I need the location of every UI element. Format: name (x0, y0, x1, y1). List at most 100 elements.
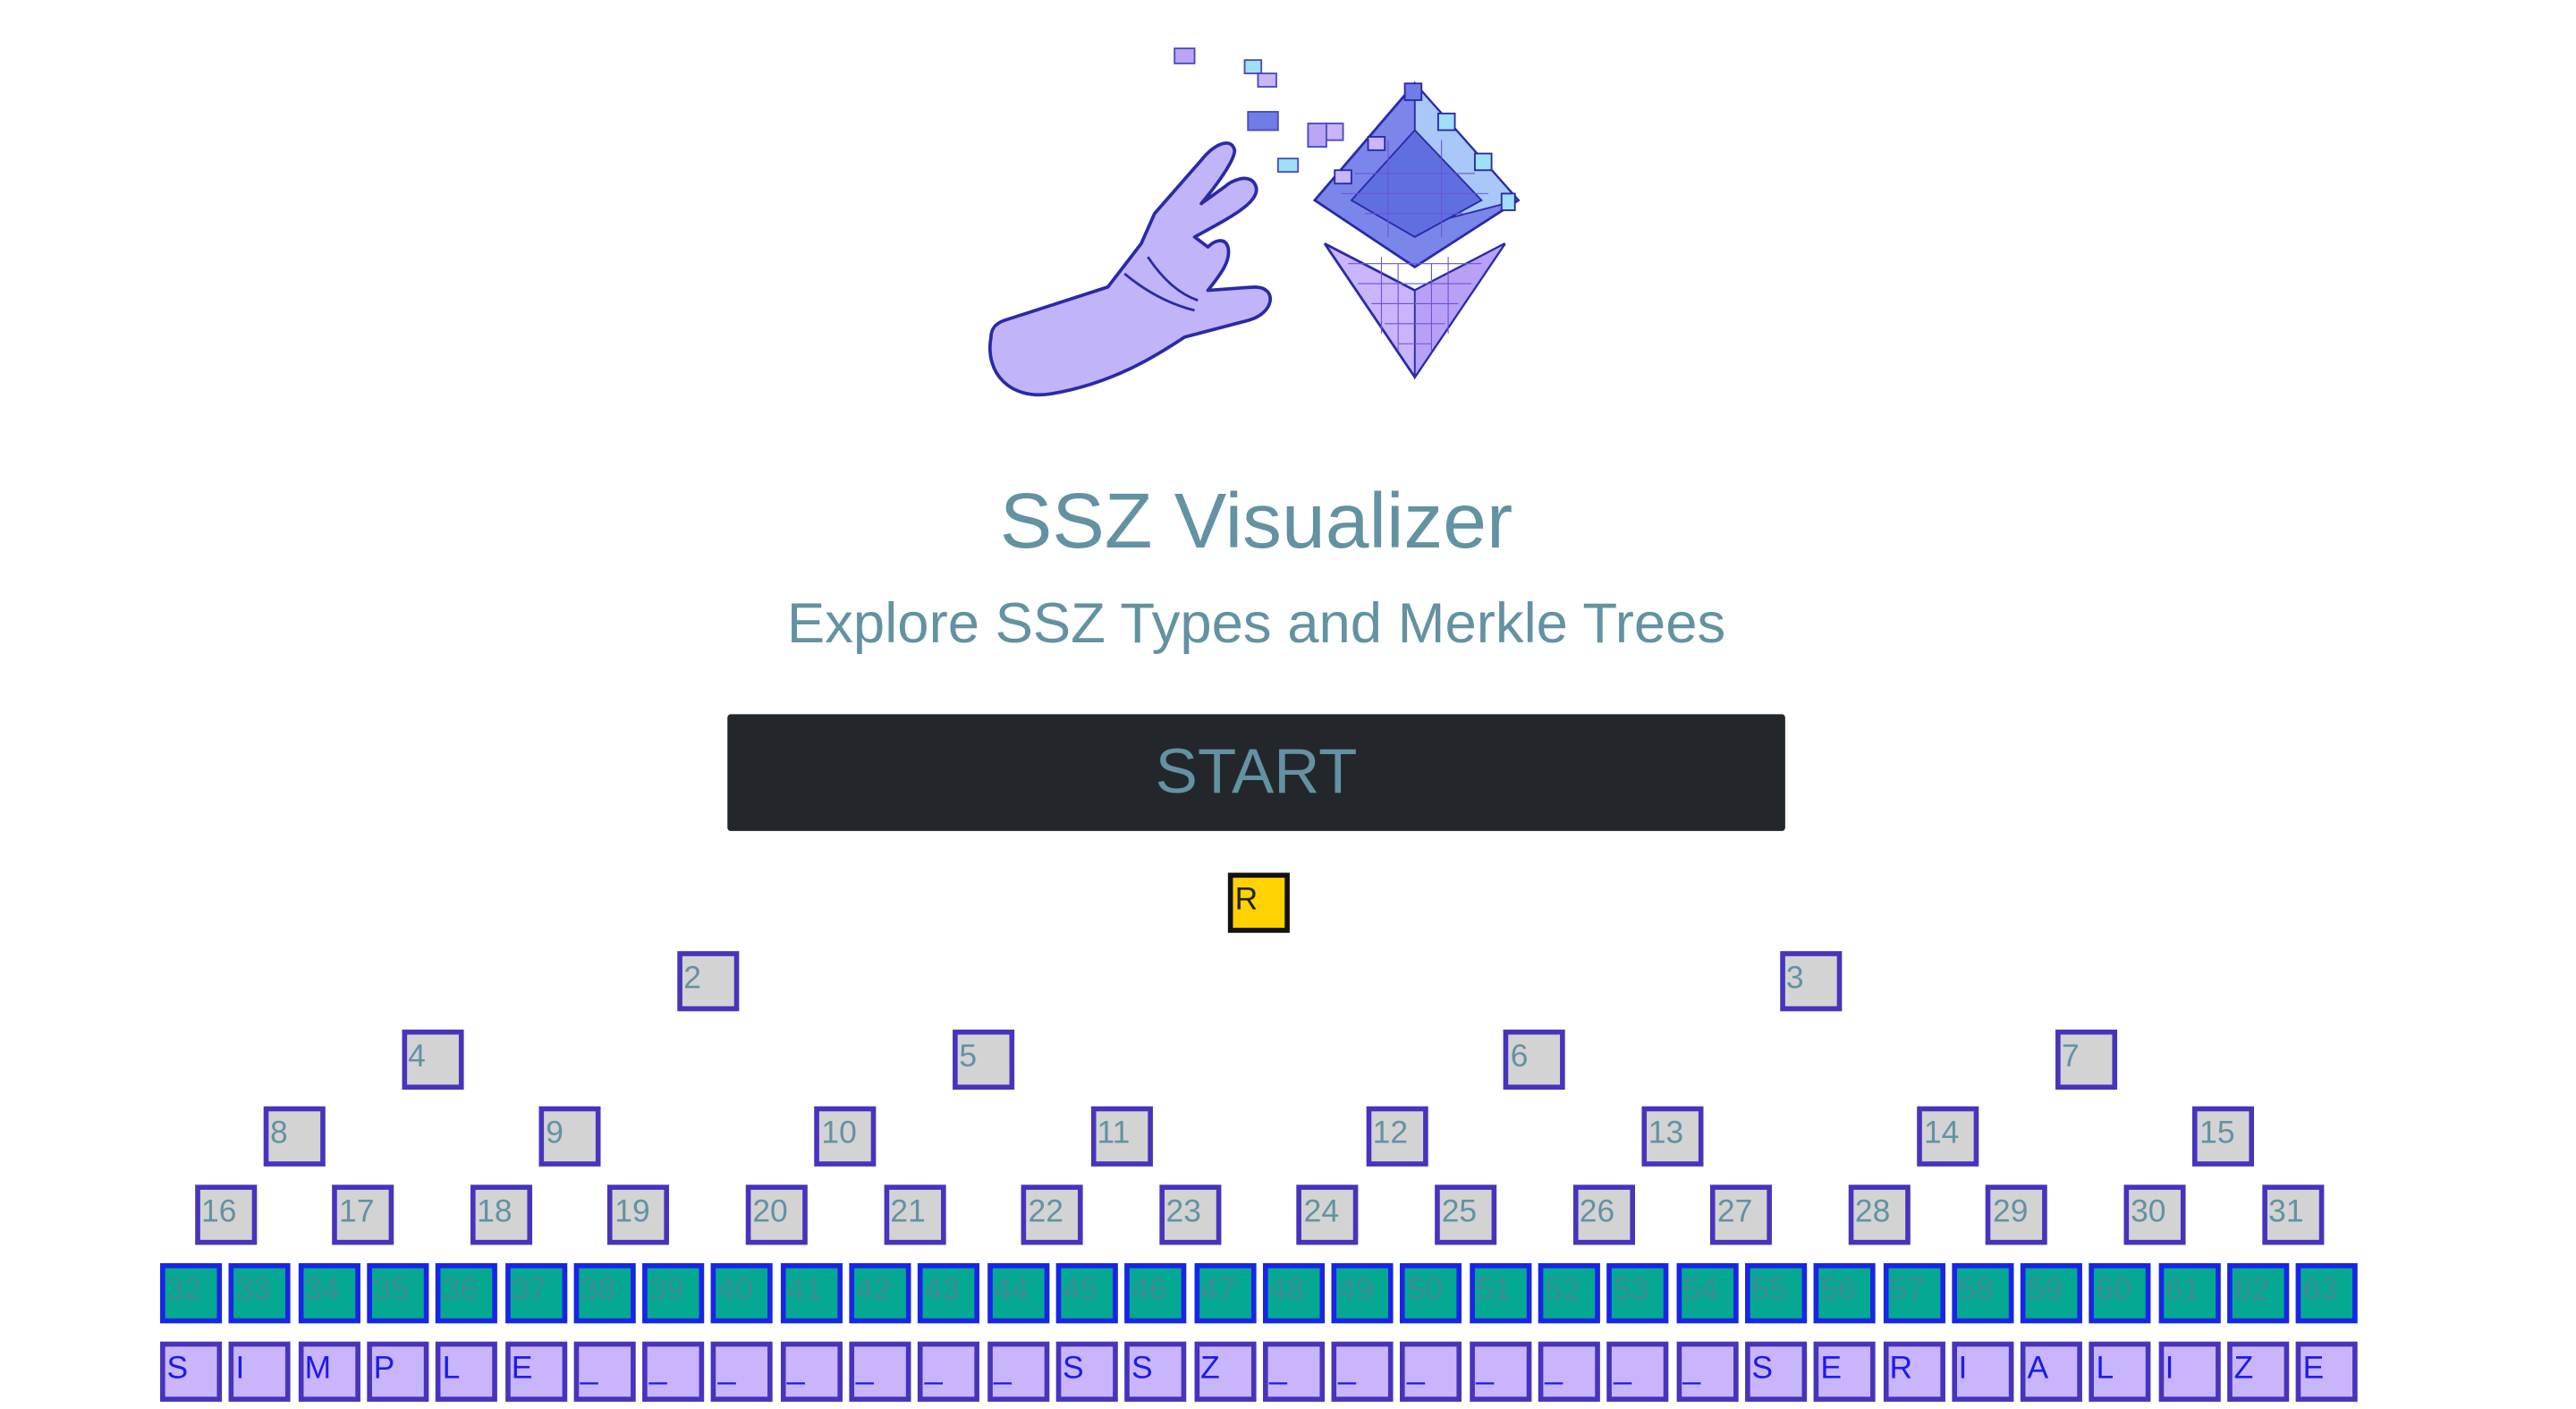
tree-leaf-node-53[interactable]: 53 (1606, 1263, 1669, 1324)
tree-node-19[interactable]: 19 (607, 1184, 670, 1245)
data-chunk-i-26[interactable]: I (1952, 1341, 2014, 1402)
data-chunk-p-3[interactable]: P (367, 1341, 429, 1402)
data-chunk--9[interactable]: _ (780, 1341, 843, 1402)
data-chunk--7[interactable]: _ (642, 1341, 705, 1402)
tree-leaf-node-50[interactable]: 50 (1400, 1263, 1462, 1324)
data-chunk--20[interactable]: _ (1538, 1341, 1600, 1402)
tree-node-24[interactable]: 24 (1297, 1184, 1360, 1245)
tree-node-30[interactable]: 30 (2123, 1184, 2186, 1245)
tree-leaf-node-62[interactable]: 62 (2227, 1263, 2290, 1324)
tree-leaf-node-36[interactable]: 36 (436, 1263, 498, 1324)
data-chunk-a-27[interactable]: A (2021, 1341, 2083, 1402)
data-chunk-s-23[interactable]: S (1744, 1341, 1807, 1402)
tree-node-26[interactable]: 26 (1572, 1184, 1635, 1245)
tree-leaf-node-51[interactable]: 51 (1469, 1263, 1531, 1324)
tree-leaf-node-38[interactable]: 38 (573, 1263, 636, 1324)
data-chunk--17[interactable]: _ (1331, 1341, 1394, 1402)
tree-leaf-node-49[interactable]: 49 (1331, 1263, 1394, 1324)
data-chunk-m-2[interactable]: M (298, 1341, 360, 1402)
data-chunk-l-28[interactable]: L (2089, 1341, 2152, 1402)
data-chunk--22[interactable]: _ (1675, 1341, 1738, 1402)
tree-node-root[interactable]: R (1228, 872, 1291, 933)
tree-node-31[interactable]: 31 (2261, 1184, 2324, 1245)
tree-node-11[interactable]: 11 (1090, 1107, 1153, 1167)
tree-leaf-node-40[interactable]: 40 (711, 1263, 774, 1324)
tree-node-28[interactable]: 28 (1848, 1184, 1911, 1245)
tree-leaf-node-48[interactable]: 48 (1262, 1263, 1325, 1324)
tree-leaf-node-52[interactable]: 52 (1538, 1263, 1600, 1324)
tree-leaf-node-63[interactable]: 63 (2296, 1263, 2359, 1324)
data-chunk--19[interactable]: _ (1469, 1341, 1531, 1402)
tree-node-29[interactable]: 29 (1986, 1184, 2048, 1245)
tree-leaf-node-32[interactable]: 32 (160, 1263, 223, 1324)
data-chunk-s-0[interactable]: S (160, 1341, 223, 1402)
tree-leaf-node-41[interactable]: 41 (780, 1263, 843, 1324)
page-title: SSZ Visualizer (999, 475, 1513, 564)
tree-node-23[interactable]: 23 (1159, 1184, 1222, 1245)
data-chunk--10[interactable]: _ (849, 1341, 911, 1402)
tree-leaf-node-54[interactable]: 54 (1675, 1263, 1738, 1324)
tree-node-18[interactable]: 18 (470, 1184, 532, 1245)
tree-node-27[interactable]: 27 (1710, 1184, 1773, 1245)
tree-node-4[interactable]: 4 (401, 1029, 463, 1090)
tree-leaf-node-45[interactable]: 45 (1055, 1263, 1118, 1324)
tree-leaf-node-60[interactable]: 60 (2089, 1263, 2152, 1324)
data-chunk-i-29[interactable]: I (2158, 1341, 2221, 1402)
start-button[interactable]: START (727, 714, 1785, 831)
tree-leaf-node-37[interactable]: 37 (504, 1263, 567, 1324)
tree-node-20[interactable]: 20 (745, 1184, 808, 1245)
data-chunk-e-24[interactable]: E (1813, 1341, 1876, 1402)
data-chunk-r-25[interactable]: R (1882, 1341, 1945, 1402)
data-chunk-s-13[interactable]: S (1055, 1341, 1118, 1402)
tree-leaf-node-39[interactable]: 39 (642, 1263, 705, 1324)
tree-leaf-node-46[interactable]: 46 (1124, 1263, 1187, 1324)
ethereum-diamond-icon (1312, 81, 1521, 380)
tree-node-13[interactable]: 13 (1641, 1107, 1704, 1167)
tree-leaf-node-47[interactable]: 47 (1193, 1263, 1256, 1324)
tree-leaf-node-33[interactable]: 33 (229, 1263, 292, 1324)
data-chunk-i-1[interactable]: I (229, 1341, 292, 1402)
hero-illustration (988, 47, 1521, 397)
data-chunk-s-14[interactable]: S (1124, 1341, 1187, 1402)
data-chunk--12[interactable]: _ (987, 1341, 1049, 1402)
tree-leaf-node-59[interactable]: 59 (2021, 1263, 2083, 1324)
tree-node-5[interactable]: 5 (952, 1029, 1014, 1090)
data-chunk--6[interactable]: _ (573, 1341, 636, 1402)
tree-node-16[interactable]: 16 (194, 1184, 257, 1245)
tree-node-3[interactable]: 3 (1779, 950, 1842, 1011)
data-chunk-e-5[interactable]: E (504, 1341, 567, 1402)
data-chunk-e-31[interactable]: E (2296, 1341, 2359, 1402)
tree-leaf-node-55[interactable]: 55 (1744, 1263, 1807, 1324)
tree-node-21[interactable]: 21 (883, 1184, 945, 1245)
data-chunk--16[interactable]: _ (1262, 1341, 1325, 1402)
tree-node-17[interactable]: 17 (332, 1184, 394, 1245)
tree-node-15[interactable]: 15 (2192, 1107, 2255, 1167)
tree-node-7[interactable]: 7 (2055, 1029, 2117, 1090)
tree-leaf-node-34[interactable]: 34 (298, 1263, 360, 1324)
data-chunk--8[interactable]: _ (711, 1341, 774, 1402)
data-chunk-z-30[interactable]: Z (2227, 1341, 2290, 1402)
tree-node-22[interactable]: 22 (1021, 1184, 1084, 1245)
data-chunk--21[interactable]: _ (1606, 1341, 1669, 1402)
tree-node-12[interactable]: 12 (1366, 1107, 1428, 1167)
tree-node-6[interactable]: 6 (1504, 1029, 1566, 1090)
tree-leaf-node-43[interactable]: 43 (918, 1263, 980, 1324)
tree-leaf-node-56[interactable]: 56 (1813, 1263, 1876, 1324)
tree-node-9[interactable]: 9 (538, 1107, 601, 1167)
data-chunk--18[interactable]: _ (1400, 1341, 1462, 1402)
data-chunk-z-15[interactable]: Z (1193, 1341, 1256, 1402)
tree-leaf-node-58[interactable]: 58 (1952, 1263, 2014, 1324)
tree-leaf-node-35[interactable]: 35 (367, 1263, 429, 1324)
tree-leaf-node-61[interactable]: 61 (2158, 1263, 2221, 1324)
tree-leaf-node-44[interactable]: 44 (987, 1263, 1049, 1324)
tree-node-14[interactable]: 14 (1917, 1107, 1979, 1167)
tree-leaf-node-57[interactable]: 57 (1882, 1263, 1945, 1324)
tree-node-2[interactable]: 2 (676, 950, 739, 1011)
tree-node-25[interactable]: 25 (1435, 1184, 1497, 1245)
tree-leaf-node-42[interactable]: 42 (849, 1263, 911, 1324)
data-chunk-l-4[interactable]: L (436, 1341, 498, 1402)
tree-node-8[interactable]: 8 (263, 1107, 326, 1167)
data-chunk--11[interactable]: _ (918, 1341, 980, 1402)
tree-node-10[interactable]: 10 (814, 1107, 877, 1167)
hand-icon (988, 141, 1272, 397)
